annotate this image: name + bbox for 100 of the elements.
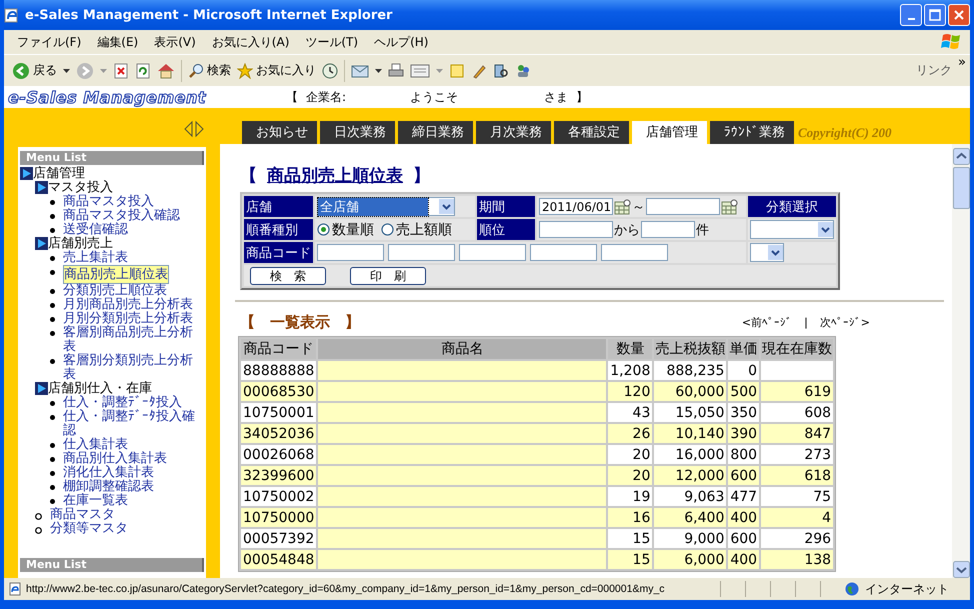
table-cell: 400	[728, 508, 760, 527]
menu-link[interactable]: 商品別売上順位表	[63, 265, 169, 284]
bracket: 】	[576, 88, 588, 106]
tab[interactable]: 月次業務	[476, 121, 551, 144]
menu-link[interactable]: 月別分類別売上分析表	[63, 312, 193, 326]
menu-item[interactable]: 編集(E)	[90, 34, 146, 50]
bullet-icon	[50, 317, 55, 322]
table-cell: 00054848	[241, 550, 316, 569]
folder-item[interactable]: 店舗別仕入・在庫	[48, 382, 152, 396]
scrollbar[interactable]	[952, 144, 970, 578]
category-select-label[interactable]: 分類選択	[748, 196, 836, 217]
tab[interactable]: 店舗管理	[632, 121, 707, 144]
tab[interactable]: お知らせ	[242, 121, 317, 144]
next-page-link[interactable]: 次ﾍﾟｰｼﾞ>	[820, 314, 870, 330]
menu-link[interactable]: 商品マスタ投入確認	[63, 209, 180, 223]
home-icon[interactable]	[157, 62, 175, 78]
table-cell: 15	[608, 529, 652, 548]
menu-item[interactable]: ツール(T)	[298, 34, 366, 50]
menu-link[interactable]: 商品別仕入集計表	[63, 452, 167, 466]
print-button[interactable]: 印 刷	[350, 266, 426, 284]
page-title-link[interactable]: 商品別売上順位表	[267, 164, 403, 186]
product-code-field[interactable]	[459, 244, 526, 261]
back-button[interactable]: 戻る	[12, 62, 57, 80]
menu-link[interactable]: 在庫一覧表	[63, 494, 128, 508]
scroll-down-button[interactable]	[952, 561, 970, 578]
folder-item[interactable]: 店舗管理	[33, 167, 85, 181]
table-cell: 10750001	[241, 403, 316, 422]
product-code-field[interactable]	[317, 244, 384, 261]
folder-item[interactable]: 店舗別売上	[48, 237, 113, 251]
menu-item[interactable]: お気に入り(A)	[204, 34, 296, 50]
people-icon[interactable]	[515, 62, 531, 78]
scroll-up-button[interactable]	[952, 148, 970, 165]
rank-field[interactable]	[539, 221, 613, 238]
menu-link[interactable]: 月別商品別売上分析表	[63, 298, 193, 312]
calendar-icon[interactable]	[614, 198, 631, 214]
history-icon[interactable]	[322, 62, 338, 78]
menu-item[interactable]: 表示(V)	[147, 34, 203, 50]
calendar-icon[interactable]	[721, 198, 738, 214]
note-icon[interactable]	[449, 62, 465, 78]
search-button[interactable]: 検索	[188, 62, 231, 79]
menu-item[interactable]: ヘルプ(H)	[367, 34, 436, 50]
table-cell: 9,063	[654, 487, 726, 506]
book-icon[interactable]	[493, 62, 509, 78]
tab[interactable]: 各種設定	[554, 121, 629, 144]
menu-link[interactable]: 棚卸調整確認表	[63, 480, 154, 494]
bullet-icon	[50, 270, 55, 275]
favorites-button[interactable]: お気に入り	[237, 62, 316, 79]
printer-icon[interactable]	[388, 62, 404, 78]
bullet-icon	[50, 359, 55, 364]
table-cell: 20	[608, 466, 652, 485]
menu-link[interactable]: 分類別売上順位表	[63, 284, 167, 298]
refresh-icon[interactable]	[135, 62, 151, 78]
play-icon	[35, 181, 48, 194]
menu-link[interactable]: 客層別商品別売上分析表	[63, 326, 199, 354]
date-field[interactable]	[646, 198, 720, 215]
pen-icon[interactable]	[471, 62, 487, 78]
chevron-icon	[818, 222, 833, 237]
maximize-button[interactable]	[924, 4, 946, 26]
menu-link[interactable]: 売上集計表	[63, 251, 128, 265]
caret-icon[interactable]	[375, 68, 382, 72]
minimize-button[interactable]	[900, 4, 922, 26]
menu-link[interactable]: 消化仕入集計表	[63, 466, 154, 480]
more-chevron[interactable]: »	[958, 55, 966, 70]
radio-option[interactable]: 数量順	[317, 220, 374, 238]
collapse-arrows-icon[interactable]	[182, 120, 206, 138]
prev-page-link[interactable]: <前ﾍﾟｰｼﾞ	[742, 314, 792, 330]
column-header: 単価	[728, 339, 760, 359]
product-code-field[interactable]	[601, 244, 668, 261]
table-cell: 500	[728, 382, 760, 401]
menu-link[interactable]: 客層別分類別売上分析表	[63, 354, 199, 382]
menu-link[interactable]: 仕入・調整ﾃﾞｰﾀ投入	[63, 396, 182, 410]
product-code-field[interactable]	[388, 244, 455, 261]
document-icon[interactable]	[410, 62, 430, 78]
rank-field[interactable]	[641, 221, 695, 238]
menu-link[interactable]: 仕入集計表	[63, 438, 128, 452]
caret-icon[interactable]	[63, 68, 70, 72]
product-code-field[interactable]	[530, 244, 597, 261]
menu-item[interactable]: ファイル(F)	[10, 34, 88, 50]
tab[interactable]: ﾗｳﾝﾄﾞ業務	[710, 121, 794, 144]
menu-link[interactable]: 商品マスタ投入	[63, 195, 154, 209]
play-icon	[35, 382, 48, 395]
bracket: 】	[413, 164, 430, 186]
tab[interactable]: 締日業務	[398, 121, 473, 144]
scrollbar-thumb[interactable]	[952, 167, 970, 209]
menu-link[interactable]: 仕入・調整ﾃﾞｰﾀ投入確認	[63, 410, 199, 438]
date-field[interactable]: 2011/06/01	[539, 198, 613, 215]
stop-icon[interactable]	[113, 62, 129, 78]
search-button[interactable]: 検 索	[250, 266, 326, 284]
folder-item[interactable]: マスタ投入	[48, 181, 113, 195]
menu-link[interactable]: 分類等マスタ	[50, 522, 128, 536]
table-cell: 0	[728, 361, 760, 380]
tab[interactable]: 日次業務	[320, 121, 395, 144]
store-select[interactable]: 全店舗	[317, 197, 455, 216]
close-button[interactable]	[948, 4, 970, 26]
code-select[interactable]	[750, 243, 784, 262]
mail-icon[interactable]	[351, 64, 369, 78]
radio-option[interactable]: 売上額順	[381, 220, 452, 238]
menu-link[interactable]: 商品マスタ	[50, 508, 115, 522]
links-label[interactable]: リンク	[916, 62, 952, 79]
menu-link[interactable]: 送受信確認	[63, 223, 128, 237]
